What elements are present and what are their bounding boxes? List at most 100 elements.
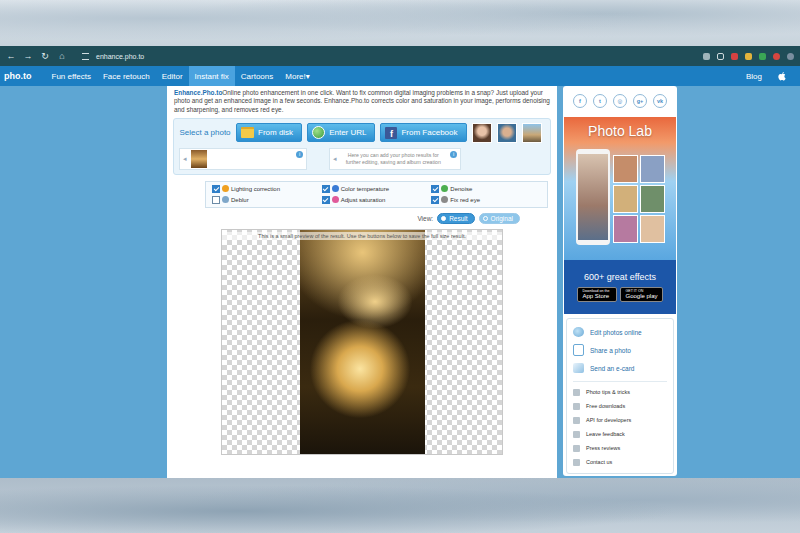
source-button[interactable]: fFrom Facebook [380, 123, 466, 142]
nav-item[interactable]: Editor [156, 66, 189, 86]
option-checkbox[interactable]: Deblur [212, 196, 322, 204]
options-box: Lighting correctionColor temperatureDeno… [205, 181, 548, 208]
option-icon [441, 196, 448, 203]
extension-icon[interactable] [787, 53, 794, 60]
footer-link[interactable]: Free downloads [573, 399, 667, 413]
scroll-left-button[interactable]: ◂ [183, 155, 187, 163]
logo[interactable]: pho.to [4, 66, 32, 86]
preview-note: This is a small preview of the result. U… [222, 232, 502, 240]
store-badge[interactable]: GET IT ONGoogle play [620, 287, 662, 302]
apple-icon[interactable] [778, 71, 786, 81]
radio [441, 216, 446, 221]
nav-item[interactable]: Cartoons [235, 66, 279, 86]
footer-link[interactable]: API for developers [573, 413, 667, 427]
checkbox[interactable] [431, 185, 439, 193]
ad-picture [576, 149, 665, 245]
desktop-background [0, 0, 800, 46]
sidebar: ft ◎ g+ vk Photo Lab600+ great effectsDownlo… [563, 86, 677, 476]
view-option[interactable]: Result [437, 213, 474, 224]
option-checkbox[interactable]: Lighting correction [212, 185, 322, 193]
globe-icon [312, 126, 325, 139]
store-badge[interactable]: Download on theApp Store [577, 287, 617, 302]
social-links: ft ◎ g+ vk [564, 94, 676, 108]
content-area: Enhance.Pho.toOnline photo enhancement i… [0, 86, 800, 478]
option-icon [222, 185, 229, 192]
ad-title: Photo Lab [588, 123, 652, 139]
checkbox[interactable] [212, 185, 220, 193]
link-icon [573, 389, 580, 396]
info-icon[interactable]: i [450, 151, 457, 158]
info-icon[interactable]: i [296, 151, 303, 158]
source-button[interactable]: Enter URL [307, 123, 375, 142]
results-strip: ◂ Here you can add your photo results for… [329, 148, 461, 170]
footer-link[interactable]: Leave feedback [573, 427, 667, 441]
translate-icon[interactable] [703, 53, 710, 60]
select-label: Select a photo [179, 128, 231, 137]
checkbox[interactable] [212, 196, 220, 204]
option-checkbox[interactable]: Fix red eye [431, 196, 541, 204]
view-label: View: [417, 215, 433, 222]
link-icon [573, 431, 580, 438]
site-nav: pho.to Fun effectsFace retouchEditorInsta… [0, 66, 800, 86]
site-settings-icon[interactable] [82, 53, 89, 60]
browser-control[interactable]: → [23, 52, 33, 61]
link-icon [573, 459, 580, 466]
option-checkbox[interactable]: Denoise [431, 185, 541, 193]
bookmark-icon[interactable] [717, 53, 724, 60]
footer-link[interactable]: Photo tips & tricks [573, 385, 667, 399]
sidebar-link[interactable]: Share a photo [573, 341, 667, 359]
links-card: Edit photos onlineShare a photoSend an e… [566, 318, 674, 474]
link-icon [573, 417, 580, 424]
footer-link[interactable]: Press reviews [573, 441, 667, 455]
view-switch: View: Result Original [167, 213, 520, 224]
recent-photo[interactable] [191, 150, 207, 168]
results-hint: Here you can add your photo results for … [341, 152, 446, 165]
sample-photo[interactable] [472, 123, 492, 143]
facebook-icon: f [385, 127, 397, 139]
photo-lab-ad[interactable]: Photo Lab600+ great effectsDownload on t… [564, 117, 676, 314]
checkbox[interactable] [322, 196, 330, 204]
link-icon [573, 445, 580, 452]
nav-item[interactable]: Face retouch [97, 66, 156, 86]
view-option[interactable]: Original [479, 213, 520, 224]
extension-icon[interactable] [773, 53, 780, 60]
sample-photo[interactable] [497, 123, 517, 143]
blog-link[interactable]: Blog [740, 66, 768, 86]
checkbox[interactable] [322, 185, 330, 193]
intro-text: Enhance.Pho.toOnline photo enhancement i… [167, 89, 557, 114]
option-icon [222, 196, 229, 203]
sidebar-link[interactable]: Edit photos online [573, 323, 667, 341]
browser-control[interactable]: ⌂ [57, 52, 67, 61]
page: ← → ↻ ⌂ enhance.pho.to pho.to Fun effectsFace … [0, 0, 800, 533]
option-icon [441, 185, 448, 192]
sample-photo[interactable] [522, 123, 542, 143]
footer-link[interactable]: Contact us [573, 455, 667, 469]
nav-item[interactable]: Instant fix [189, 66, 235, 86]
social-button[interactable]: t [593, 94, 607, 108]
social-button[interactable]: f [573, 94, 587, 108]
nav-item[interactable]: More!▾ [279, 66, 315, 86]
option-checkbox[interactable]: Adjust saturation [322, 196, 432, 204]
source-button[interactable]: From disk [236, 123, 302, 142]
radio [483, 216, 488, 221]
browser-control[interactable]: ↻ [40, 52, 50, 61]
browser-control[interactable]: ← [6, 52, 16, 61]
extension-icon[interactable] [745, 53, 752, 60]
option-checkbox[interactable]: Color temperature [322, 185, 432, 193]
sidebar-link[interactable]: Send an e-card [573, 359, 667, 377]
intro-title: Enhance.Pho.to [174, 89, 222, 96]
checkbox[interactable] [431, 196, 439, 204]
link-icon [573, 403, 580, 410]
extension-icon[interactable] [731, 53, 738, 60]
preview-frame: This is a small preview of the result. U… [221, 229, 503, 455]
nav-item[interactable]: Fun effects [46, 66, 97, 86]
link-icon [573, 327, 584, 337]
scroll-left-button[interactable]: ◂ [333, 155, 337, 163]
link-icon [573, 344, 584, 356]
social-button[interactable]: ◎ [613, 94, 627, 108]
extension-icon[interactable] [759, 53, 766, 60]
option-icon [332, 196, 339, 203]
social-button[interactable]: vk [653, 94, 667, 108]
address-bar[interactable]: enhance.pho.to [96, 53, 144, 60]
social-button[interactable]: g+ [633, 94, 647, 108]
